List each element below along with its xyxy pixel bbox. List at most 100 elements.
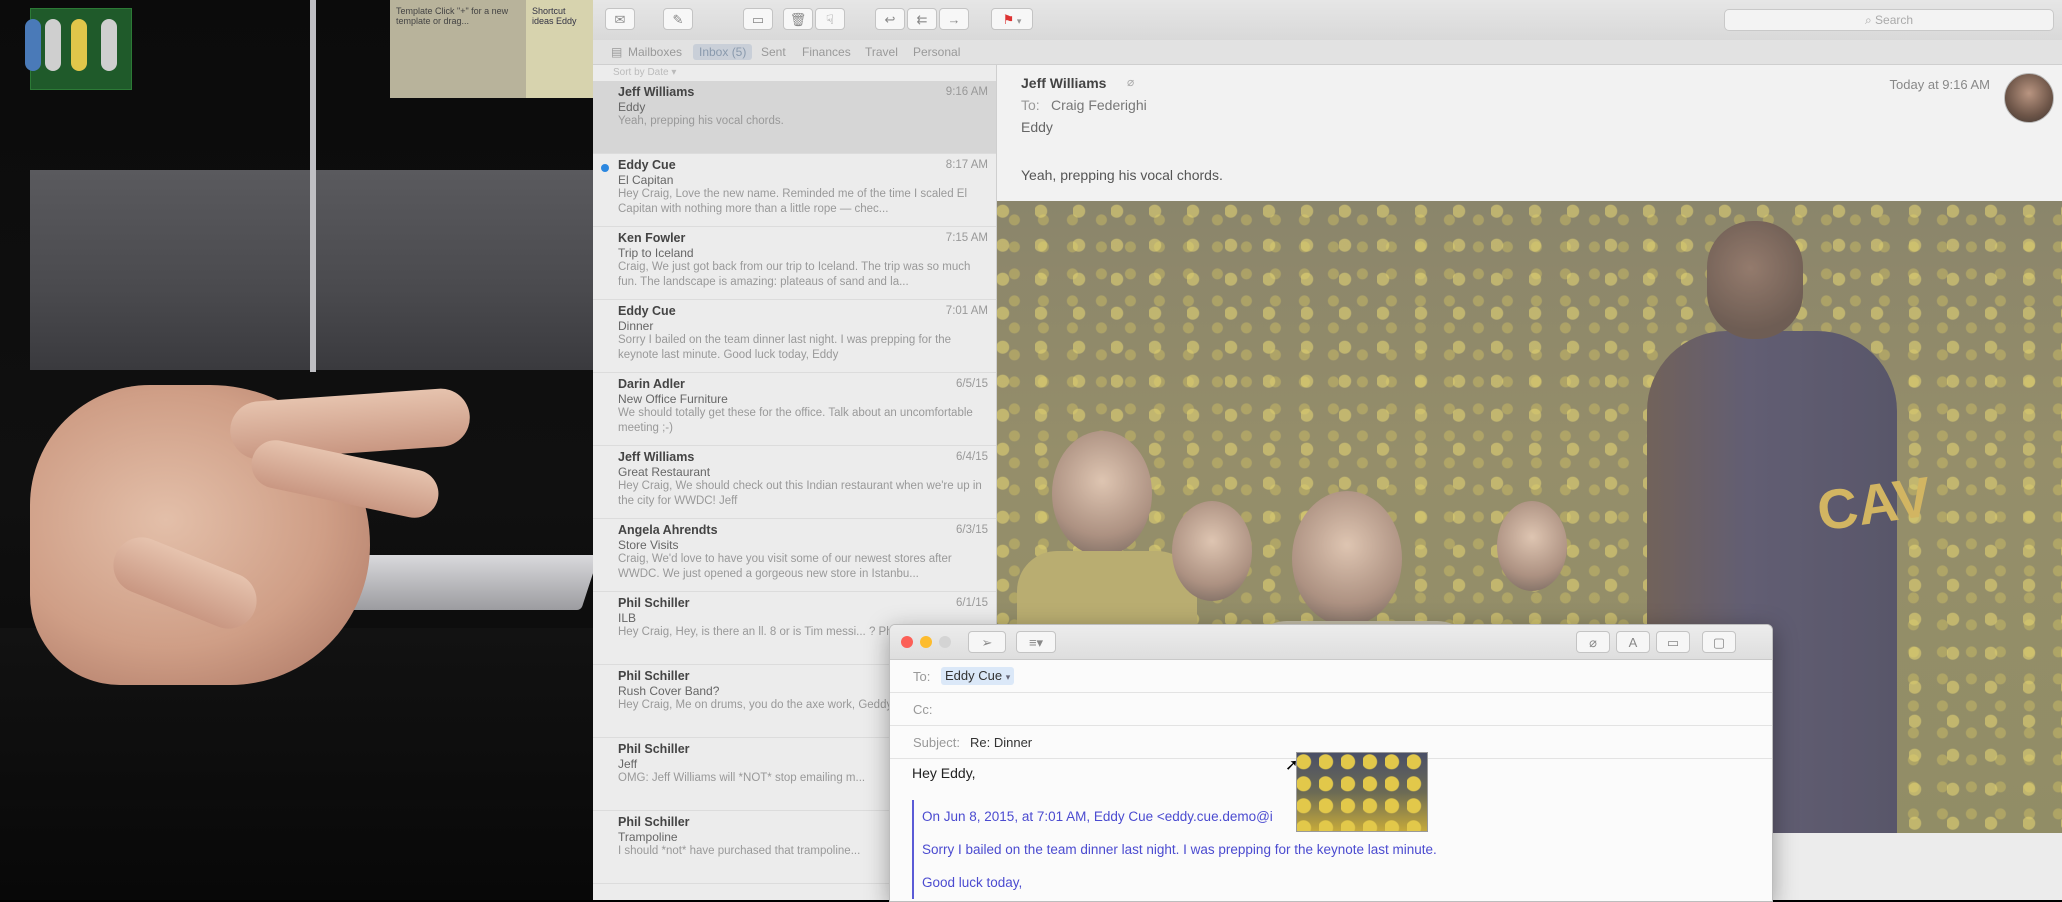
message-sender: Eddy Cue bbox=[618, 158, 676, 172]
message-subject: Store Visits bbox=[618, 538, 679, 552]
attach-button[interactable]: ⌀ bbox=[1576, 631, 1610, 653]
cc-label: Cc: bbox=[913, 702, 933, 717]
message-row[interactable]: Jeff Williams 6/4/15 Great Restaurant He… bbox=[593, 446, 996, 519]
font-icon: A bbox=[1628, 635, 1638, 650]
thumbs-down-icon: ☟ bbox=[826, 12, 834, 27]
header-sender: Jeff Williams bbox=[1021, 75, 1107, 91]
message-date: 7:01 AM bbox=[945, 305, 988, 317]
forward-button[interactable]: → bbox=[939, 8, 969, 30]
quote-line: Good luck today, bbox=[922, 875, 1023, 890]
to-field[interactable]: To: Eddy Cue ▾ bbox=[890, 660, 1772, 693]
message-subject: New Office Furniture bbox=[618, 392, 728, 406]
favorite-finances[interactable]: Finances bbox=[802, 44, 851, 60]
message-subject: Eddy bbox=[618, 100, 646, 114]
message-preview: Craig, We'd love to have you visit some … bbox=[618, 553, 952, 580]
format-list-button[interactable]: ≡▾ bbox=[1016, 631, 1056, 653]
message-date: 7:15 AM bbox=[945, 232, 988, 244]
compose-body[interactable]: Hey Eddy, On Jun 8, 2015, at 7:01 AM, Ed… bbox=[890, 752, 1772, 901]
header-date: Today at 9:16 AM bbox=[1889, 77, 1990, 92]
window-button[interactable]: ▭ bbox=[1656, 631, 1690, 653]
message-sender: Eddy Cue bbox=[618, 304, 676, 318]
message-preview: Sorry I bailed on the team dinner last n… bbox=[618, 334, 952, 361]
compose-greeting: Hey Eddy, bbox=[912, 765, 976, 781]
photo-browser-button[interactable]: ▢ bbox=[1702, 631, 1736, 653]
favorites-bar: ▤ Mailboxes Inbox (5) Sent Finances Trav… bbox=[593, 40, 2062, 65]
dragged-photo-thumbnail[interactable] bbox=[1296, 752, 1428, 832]
recipient-token[interactable]: Eddy Cue ▾ bbox=[941, 667, 1015, 685]
stage-shelf-divider bbox=[310, 0, 316, 372]
search-field[interactable]: ⌕ Search bbox=[1724, 9, 2054, 31]
message-subject: Dinner bbox=[618, 319, 654, 333]
junk-button[interactable]: ☟ bbox=[815, 8, 845, 30]
subject-label: Subject: bbox=[913, 735, 960, 750]
minimize-button[interactable] bbox=[920, 636, 932, 648]
message-preview: Hey Craig, We should check out this Indi… bbox=[618, 480, 982, 507]
message-date: 6/1/15 bbox=[956, 597, 988, 609]
message-header: Jeff Williams ⌀ To: Craig Federighi Eddy… bbox=[997, 65, 2062, 201]
compose-toolbar: ➢ ≡▾ ⌀ A ▭ ▢ bbox=[890, 625, 1772, 660]
favorite-sent[interactable]: Sent bbox=[761, 44, 786, 60]
favorite-travel[interactable]: Travel bbox=[865, 44, 898, 60]
message-sender: Ken Fowler bbox=[618, 231, 686, 245]
list-icon: ≡▾ bbox=[1028, 635, 1044, 650]
get-mail-button[interactable]: ✉ bbox=[605, 8, 635, 30]
sidebar-toggle-icon[interactable]: ▤ bbox=[611, 44, 622, 60]
message-sender: Angela Ahrendts bbox=[618, 523, 718, 537]
unread-dot bbox=[601, 164, 609, 172]
photo-icon: ▢ bbox=[1712, 635, 1726, 650]
cc-field[interactable]: Cc: bbox=[890, 693, 1772, 726]
favorite-personal[interactable]: Personal bbox=[913, 44, 960, 60]
flag-button[interactable]: ⚑ ▾ bbox=[991, 8, 1033, 30]
reply-button[interactable]: ↩ bbox=[875, 8, 905, 30]
message-subject: ILB bbox=[618, 611, 637, 625]
message-date: 6/4/15 bbox=[956, 451, 988, 463]
window-icon: ▭ bbox=[1666, 635, 1680, 650]
message-date: 8:17 AM bbox=[945, 159, 988, 171]
forward-icon: → bbox=[947, 12, 961, 27]
message-body-text: Yeah, prepping his vocal chords. bbox=[1021, 167, 1223, 183]
compose-icon: ✎ bbox=[672, 12, 684, 27]
search-placeholder: Search bbox=[1875, 13, 1914, 27]
message-row[interactable]: Ken Fowler 7:15 AM Trip to Iceland Craig… bbox=[593, 227, 996, 300]
message-row[interactable]: Angela Ahrendts 6/3/15 Store Visits Crai… bbox=[593, 519, 996, 592]
subject-value: Re: Dinner bbox=[970, 735, 1033, 750]
stage-screen-thumbnails bbox=[25, 8, 132, 90]
zoom-button[interactable] bbox=[939, 636, 951, 648]
favorite-inbox[interactable]: Inbox (5) bbox=[693, 44, 753, 60]
compose-button[interactable]: ✎ bbox=[663, 8, 693, 30]
message-preview: Craig, We just got back from our trip to… bbox=[618, 261, 971, 288]
message-sender: Phil Schiller bbox=[618, 596, 690, 610]
close-button[interactable] bbox=[901, 636, 913, 648]
archive-icon: ▭ bbox=[751, 12, 765, 27]
header-subject: Eddy bbox=[1021, 119, 1053, 135]
message-row[interactable]: Jeff Williams 9:16 AM Eddy Yeah, preppin… bbox=[593, 81, 996, 154]
sort-control[interactable]: Sort by Date ▾ bbox=[593, 65, 996, 81]
reply-all-button[interactable]: ⇇ bbox=[907, 8, 937, 30]
trash-icon: 🗑 bbox=[789, 12, 807, 27]
message-preview: Hey Craig, Love the new name. Reminded m… bbox=[618, 188, 968, 215]
message-date: 6/5/15 bbox=[956, 378, 988, 390]
format-text-button[interactable]: A bbox=[1616, 631, 1650, 653]
message-sender: Jeff Williams bbox=[618, 450, 695, 464]
stage-note-template: Template Click "+" for a new template or… bbox=[390, 0, 528, 98]
trash-button[interactable]: 🗑 bbox=[783, 8, 813, 30]
message-row[interactable]: Eddy Cue 7:01 AM Dinner Sorry I bailed o… bbox=[593, 300, 996, 373]
message-row[interactable]: Eddy Cue 8:17 AM El Capitan Hey Craig, L… bbox=[593, 154, 996, 227]
send-button[interactable]: ➢ bbox=[968, 631, 1006, 653]
favorite-mailboxes[interactable]: Mailboxes bbox=[628, 44, 682, 60]
message-date: 6/3/15 bbox=[956, 524, 988, 536]
stage-video-panel: Template Click "+" for a new template or… bbox=[0, 0, 593, 900]
quote-line: Sorry I bailed on the team dinner last n… bbox=[922, 842, 1437, 857]
mouse-cursor-icon: ➚ bbox=[1285, 757, 1299, 774]
toolbar: ✉ ✎ ▭ 🗑 ☟ ↩ ⇇ → ⚑ ▾ ⌕ Search bbox=[593, 0, 2062, 41]
sort-label: Sort by Date bbox=[613, 67, 669, 78]
paperclip-icon: ⌀ bbox=[1589, 635, 1597, 650]
header-to-label: To: bbox=[1021, 97, 1040, 113]
paperclip-icon: ⌀ bbox=[1127, 75, 1135, 89]
message-sender: Darin Adler bbox=[618, 377, 685, 391]
message-row[interactable]: Darin Adler 6/5/15 New Office Furniture … bbox=[593, 373, 996, 446]
message-preview: Yeah, prepping his vocal chords. bbox=[618, 115, 784, 127]
archive-button[interactable]: ▭ bbox=[743, 8, 773, 30]
flag-icon: ⚑ bbox=[1002, 12, 1015, 27]
chevron-down-icon: ▾ bbox=[1005, 672, 1011, 682]
